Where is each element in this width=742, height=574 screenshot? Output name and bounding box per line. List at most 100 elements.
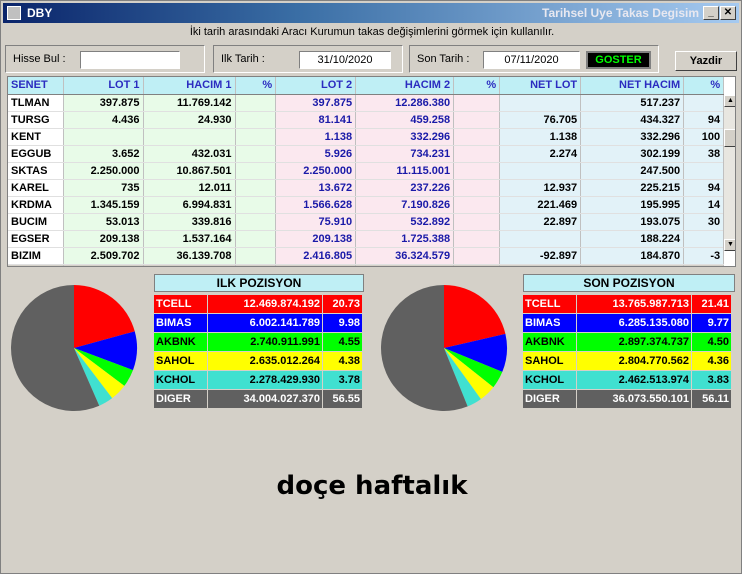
grid-cell: 1.537.164 [143, 230, 236, 248]
grid-cell [683, 230, 725, 248]
grid-cell [453, 179, 501, 197]
pozisyon-name: BIMAS [153, 313, 208, 333]
grid-cell [499, 94, 582, 112]
grid-cell [235, 128, 277, 146]
grid-cell: 2.250.000 [63, 162, 144, 180]
scroll-up-icon[interactable]: ▲ [724, 95, 735, 107]
grid-cell: 209.138 [275, 230, 357, 248]
son-pozisyon-title: SON POZISYON [523, 274, 735, 292]
grid-cell [453, 162, 501, 180]
grid-cell: KRDMA [8, 196, 64, 214]
grid-cell: 12.011 [143, 179, 236, 197]
grid-cell: EGGUB [8, 145, 64, 163]
grid-cell: 332.296 [580, 128, 685, 146]
grid-cell: TURSG [8, 111, 64, 129]
grid-cell [453, 128, 501, 146]
grid-cell: 100,00 [235, 264, 277, 266]
pozisyon-value: 2.804.770.562 [576, 351, 692, 371]
son-tarih-field[interactable]: 07/11/2020 [483, 51, 580, 69]
grid-cell [580, 264, 685, 266]
table-row[interactable]: BIZIM 2.509.702 36.139.708 2.416.805 36.324.… [8, 247, 725, 265]
grid-cell [683, 162, 725, 180]
grid-cell: 432.031 [143, 145, 236, 163]
grid-cell: 1.138 [499, 128, 582, 146]
grid-cell: 6.994.831 [143, 196, 236, 214]
ilk-tarih-field[interactable]: 31/10/2020 [299, 51, 391, 69]
grid-cell: BIZIM [8, 247, 64, 265]
grid-cell [453, 230, 501, 248]
grid-cell: EGSER [8, 230, 64, 248]
grid-cell: 459.258 [355, 111, 455, 129]
grid-cell: % [683, 77, 725, 95]
scroll-thumb[interactable] [724, 129, 735, 147]
title-bar[interactable]: DBY Tarihsel Uye Takas Degisim _ ✕ [3, 3, 739, 23]
grid-cell: 2.509.702 [63, 247, 144, 265]
table-row[interactable]: TLMAN 397.875 11.769.142 397.875 12.286.380 5… [8, 94, 725, 112]
pozisyon-value: 6.002.141.789 [207, 313, 323, 333]
grid-cell: 100 [683, 128, 725, 146]
goster-button[interactable]: GOSTER [586, 51, 651, 69]
son-pozisyon-pie [381, 285, 507, 411]
pozisyon-value: 13.765.987.713 [576, 294, 692, 314]
grid-cell: 12.937 [499, 179, 582, 197]
app-title: DBY [27, 6, 53, 20]
grid-cell: 1.138 [275, 128, 357, 146]
grid-cell: KAREL [8, 179, 64, 197]
ilk-pozisyon-title: ILK POZISYON [154, 274, 364, 292]
pozisyon-row: AKBNK 2.740.911.991 4.55 [153, 332, 363, 352]
grid-cell: NET LOT [499, 77, 582, 95]
hisse-search-input[interactable] [80, 51, 180, 69]
close-icon[interactable]: ✕ [720, 6, 736, 20]
grid-cell [453, 196, 501, 214]
grid-cell [683, 94, 725, 112]
minimize-icon[interactable]: _ [703, 6, 719, 20]
table-row[interactable]: BUCIM 53.013 339.816 75.910 532.892 22.897 193… [8, 213, 725, 231]
pozisyon-value: 12.469.874.192 [207, 294, 323, 314]
grid-cell [453, 111, 501, 129]
grid-totals-row[interactable]: 5.692.718.01960.130.397.539100,005.627.5… [8, 264, 725, 266]
grid-cell: 3.652 [63, 145, 144, 163]
pozisyon-pct: 20.73 [322, 294, 363, 314]
grid-cell: NET HACIM [580, 77, 685, 95]
grid-cell [235, 247, 277, 265]
scroll-down-icon[interactable]: ▼ [724, 239, 735, 251]
ilk-pozisyon-table: TCELL 12.469.874.192 20.73 BIMAS 6.002.141.7… [153, 294, 363, 409]
grid-cell: 397.875 [275, 94, 357, 112]
son-tarih-label: Son Tarih : [417, 53, 470, 65]
grid-cell: 225.215 [580, 179, 685, 197]
pozisyon-row: SAHOL 2.635.012.264 4.38 [153, 351, 363, 371]
grid-cell [683, 264, 725, 266]
grid-cell: 339.816 [143, 213, 236, 231]
grid-cell: % [453, 77, 501, 95]
grid-cell: 5.692.718.019 [63, 264, 144, 266]
grid-cell: LOT 2 [275, 77, 357, 95]
table-row[interactable]: KRDMA 1.345.159 6.994.831 1.566.628 7.190.82… [8, 196, 725, 214]
table-row[interactable]: KENT 1.138 332.296 1.138 332.296 100 [8, 128, 725, 146]
table-row[interactable]: EGSER 209.138 1.537.164 209.138 1.725.388 188… [8, 230, 725, 248]
grid-scrollbar[interactable]: ▲ ▼ [723, 95, 735, 251]
grid-cell: 94 [683, 111, 725, 129]
grid-cell: 1.566.628 [275, 196, 357, 214]
grid-cell: 100,00 [453, 264, 501, 266]
pozisyon-name: DIGER [153, 389, 208, 409]
pozisyon-pct: 4.55 [322, 332, 363, 352]
pozisyon-row: TCELL 13.765.987.713 21.41 [522, 294, 732, 314]
data-table: SENET LOT 1 HACIM 1% LOT 2 HACIM 2% NET LOT NE… [8, 77, 725, 266]
table-row[interactable]: EGGUB 3.652 432.031 5.926 734.231 2.274 302.19… [8, 145, 725, 163]
app-icon [7, 6, 21, 20]
grid-cell: 193.075 [580, 213, 685, 231]
grid-cell: 302.199 [580, 145, 685, 163]
pozisyon-pct: 9.98 [322, 313, 363, 333]
yazdir-button[interactable]: Yazdir [675, 51, 737, 71]
pozisyon-pct: 21.41 [691, 294, 732, 314]
grid-cell: 64.289.332.169 [355, 264, 455, 266]
table-row[interactable]: SKTAS 2.250.000 10.867.501 2.250.000 11.115.… [8, 162, 725, 180]
grid-header-row[interactable]: SENET LOT 1 HACIM 1% LOT 2 HACIM 2% NET LOT NE… [8, 77, 725, 95]
table-row[interactable]: KAREL 735 12.011 13.672 237.226 12.937 225.215… [8, 179, 725, 197]
takas-grid[interactable]: SENET LOT 1 HACIM 1% LOT 2 HACIM 2% NET LOT NE… [7, 76, 736, 267]
pozisyon-value: 36.073.550.101 [576, 389, 692, 409]
pozisyon-row: DIGER 36.073.550.101 56.11 [522, 389, 732, 409]
grid-cell [235, 162, 277, 180]
pozisyon-row: BIMAS 6.285.135.080 9.77 [522, 313, 732, 333]
table-row[interactable]: TURSG 4.436 24.930 81.141 459.258 76.705 434.3… [8, 111, 725, 129]
